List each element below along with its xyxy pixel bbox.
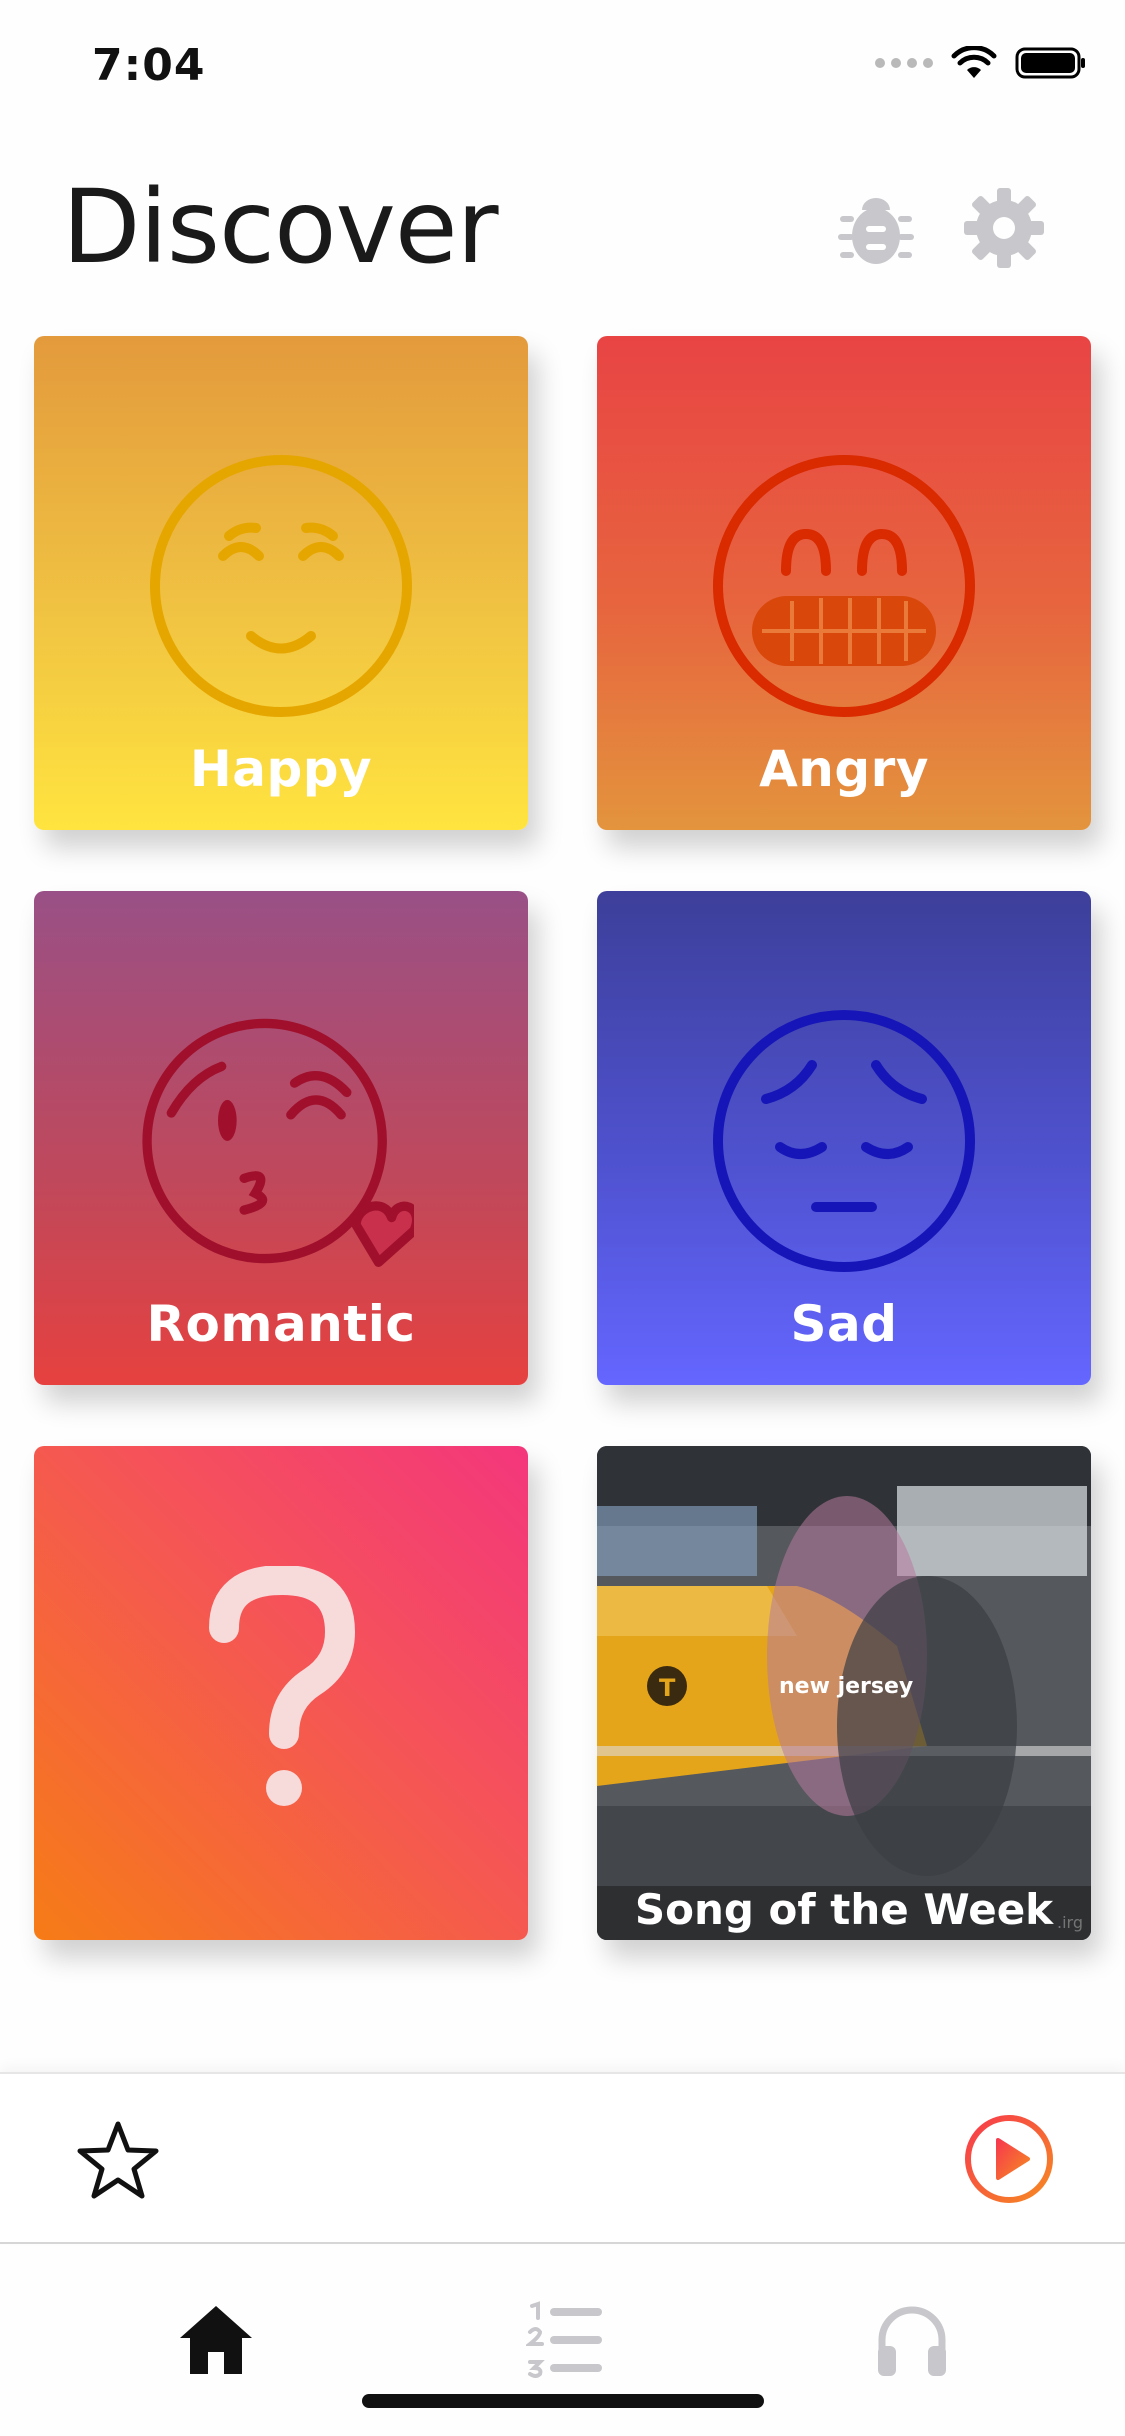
- tile-label: Angry: [759, 740, 929, 798]
- play-icon[interactable]: [962, 2112, 1056, 2206]
- tile-label: Song of the Week: [634, 1885, 1054, 1934]
- tile-label: Romantic: [146, 1295, 416, 1353]
- mood-tile-romantic[interactable]: Romantic: [34, 891, 528, 1385]
- cellular-signal-icon: [875, 58, 933, 68]
- kiss-face-icon: [142, 1018, 414, 1267]
- battery-icon: [1015, 47, 1085, 79]
- bug-icon[interactable]: [834, 186, 918, 270]
- status-time: 7:04: [92, 40, 206, 91]
- headphones-icon[interactable]: [872, 2300, 952, 2380]
- question-mark-icon: [209, 1566, 356, 1806]
- tile-label: Sad: [790, 1295, 898, 1353]
- page-title: Discover: [62, 168, 499, 287]
- song-image-caption: new jersey: [779, 1674, 914, 1699]
- numbered-list-icon[interactable]: [526, 2300, 606, 2380]
- mini-player-bar: [0, 2072, 1125, 2244]
- mood-tile-random[interactable]: [34, 1446, 528, 1940]
- home-icon[interactable]: [176, 2300, 256, 2380]
- star-icon[interactable]: [76, 2118, 160, 2202]
- wifi-icon: [951, 46, 997, 78]
- status-indicators: [875, 46, 1087, 80]
- mood-tile-sad[interactable]: Sad: [597, 891, 1091, 1385]
- gear-icon[interactable]: [962, 186, 1046, 270]
- smile-face-icon: [150, 455, 412, 717]
- home-indicator: [362, 2394, 764, 2408]
- song-of-the-week-tile[interactable]: T new jersey .irg Song of the Week: [597, 1446, 1091, 1940]
- sad-face-icon: [713, 1010, 975, 1272]
- divider: [0, 2242, 1125, 2244]
- svg-text:T: T: [659, 1674, 676, 1702]
- grimace-face-icon: [713, 455, 975, 717]
- mood-tile-happy[interactable]: Happy: [34, 336, 528, 830]
- tile-label: Happy: [189, 740, 373, 798]
- mood-tile-angry[interactable]: Angry: [597, 336, 1091, 830]
